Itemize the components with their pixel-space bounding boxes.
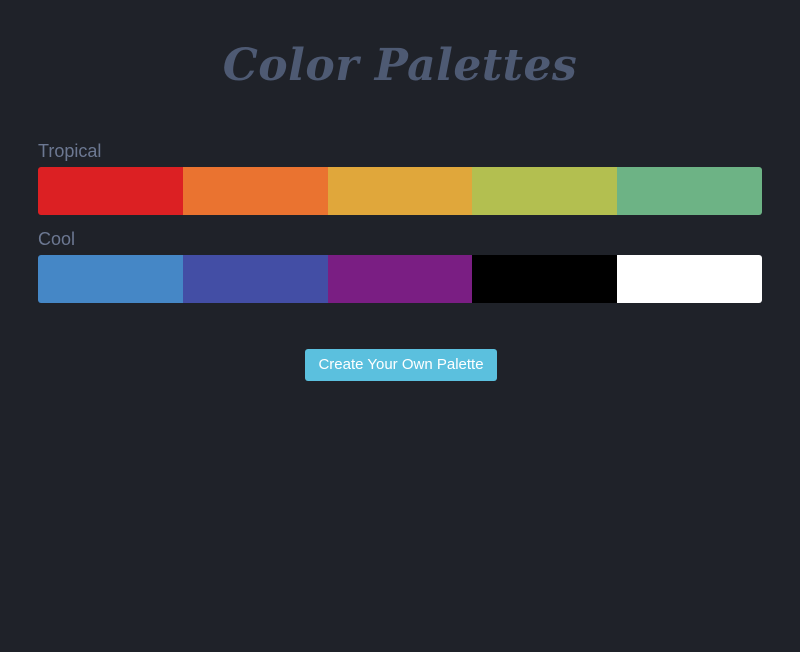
color-swatch[interactable] xyxy=(327,167,473,215)
color-swatch[interactable] xyxy=(617,255,762,303)
palette-cool[interactable]: Cool xyxy=(38,229,762,303)
palette-label: Tropical xyxy=(38,141,102,161)
color-swatch[interactable] xyxy=(182,167,328,215)
color-swatch[interactable] xyxy=(38,167,183,215)
color-swatch[interactable] xyxy=(38,255,183,303)
palette-tropical[interactable]: Tropical xyxy=(38,141,762,215)
color-swatch[interactable] xyxy=(617,167,762,215)
color-swatch[interactable] xyxy=(182,255,328,303)
palette-label: Cool xyxy=(38,229,76,249)
color-swatch[interactable] xyxy=(472,167,618,215)
swatch-row[interactable] xyxy=(38,167,762,215)
color-swatch[interactable] xyxy=(472,255,618,303)
create-palette-button[interactable]: Create Your Own Palette xyxy=(305,349,497,381)
swatch-row[interactable] xyxy=(38,255,762,303)
color-swatch[interactable] xyxy=(327,255,473,303)
page-title: Color Palettes xyxy=(222,40,578,91)
